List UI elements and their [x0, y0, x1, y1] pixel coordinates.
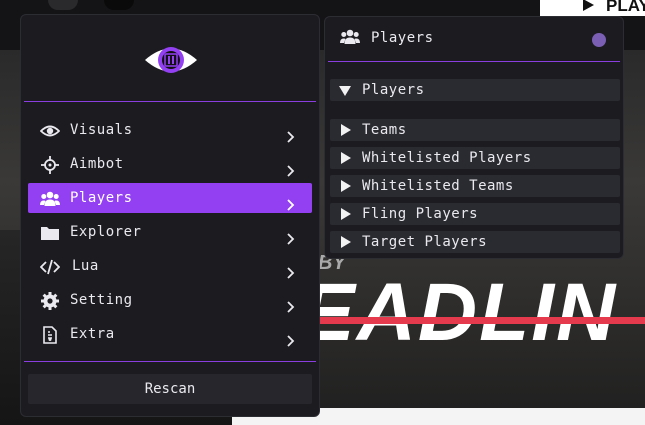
menu-item-explorer[interactable]: Explorer — [28, 217, 312, 247]
section-whitelisted-players[interactable]: Whitelisted Players — [330, 147, 620, 169]
section-players-expanded[interactable]: Players — [330, 79, 620, 101]
caret-right-icon — [341, 152, 351, 164]
menu-label-extra: Extra — [70, 326, 115, 342]
crosshair-icon — [40, 155, 60, 174]
caret-right-icon — [341, 208, 351, 220]
gear-icon — [40, 291, 60, 310]
menu-label-lua: Lua — [72, 258, 99, 274]
chevron-right-icon — [284, 192, 296, 211]
menu-item-players[interactable]: Players — [28, 183, 312, 213]
menu-label-setting: Setting — [70, 292, 133, 308]
eye-icon — [39, 121, 61, 139]
section-label-whitelisted-players: Whitelisted Players — [362, 150, 532, 166]
section-label-players: Players — [362, 82, 425, 98]
section-label-whitelisted-teams: Whitelisted Teams — [362, 178, 514, 194]
caret-right-icon — [341, 236, 351, 248]
section-whitelisted-teams[interactable]: Whitelisted Teams — [330, 175, 620, 197]
menu-label-players: Players — [70, 190, 133, 206]
menu-item-visuals[interactable]: Visuals — [28, 115, 312, 145]
caret-right-icon — [341, 124, 351, 136]
chevron-right-icon — [284, 226, 296, 245]
play-icon — [583, 0, 594, 11]
section-label-fling-players: Fling Players — [362, 206, 479, 222]
title-red-stripe — [320, 317, 645, 324]
menu-label-visuals: Visuals — [70, 122, 133, 138]
game-title-fragment: EADLIN — [300, 267, 618, 358]
chevron-right-icon — [284, 294, 296, 313]
players-panel: Players Players Teams Whitelisted Player… — [324, 16, 624, 259]
users-icon — [40, 189, 60, 207]
caret-down-icon — [339, 86, 351, 96]
section-target-players[interactable]: Target Players — [330, 231, 620, 253]
chevron-right-icon — [284, 260, 296, 279]
logo-divider — [24, 101, 316, 102]
section-label-target-players: Target Players — [362, 234, 488, 250]
chevron-right-icon — [284, 124, 296, 143]
menu-label-aimbot: Aimbot — [70, 156, 124, 172]
menu-item-setting[interactable]: Setting — [28, 285, 312, 315]
play-label: PLAY — [606, 0, 645, 15]
menu-label-explorer: Explorer — [70, 224, 142, 240]
folder-icon — [40, 223, 60, 241]
file-icon — [40, 325, 60, 344]
section-label-teams: Teams — [362, 122, 407, 138]
menu-item-aimbot[interactable]: Aimbot — [28, 149, 312, 179]
code-icon — [39, 257, 61, 275]
status-dot — [592, 33, 606, 47]
users-icon — [339, 28, 361, 46]
chevron-right-icon — [284, 158, 296, 177]
players-panel-divider — [328, 61, 620, 62]
footer-divider — [24, 361, 316, 362]
players-panel-title: Players — [371, 30, 434, 46]
main-menu-panel: Visuals Aimbot Players Explorer Lua Sett… — [20, 14, 320, 417]
chevron-right-icon — [284, 328, 296, 347]
caret-right-icon — [341, 180, 351, 192]
menu-item-extra[interactable]: Extra — [28, 319, 312, 349]
play-button[interactable]: PLAY — [540, 0, 645, 16]
rescan-button[interactable]: Rescan — [28, 374, 312, 404]
eye-logo-icon — [143, 43, 199, 77]
section-fling-players[interactable]: Fling Players — [330, 203, 620, 225]
section-teams[interactable]: Teams — [330, 119, 620, 141]
menu-item-lua[interactable]: Lua — [28, 251, 312, 281]
